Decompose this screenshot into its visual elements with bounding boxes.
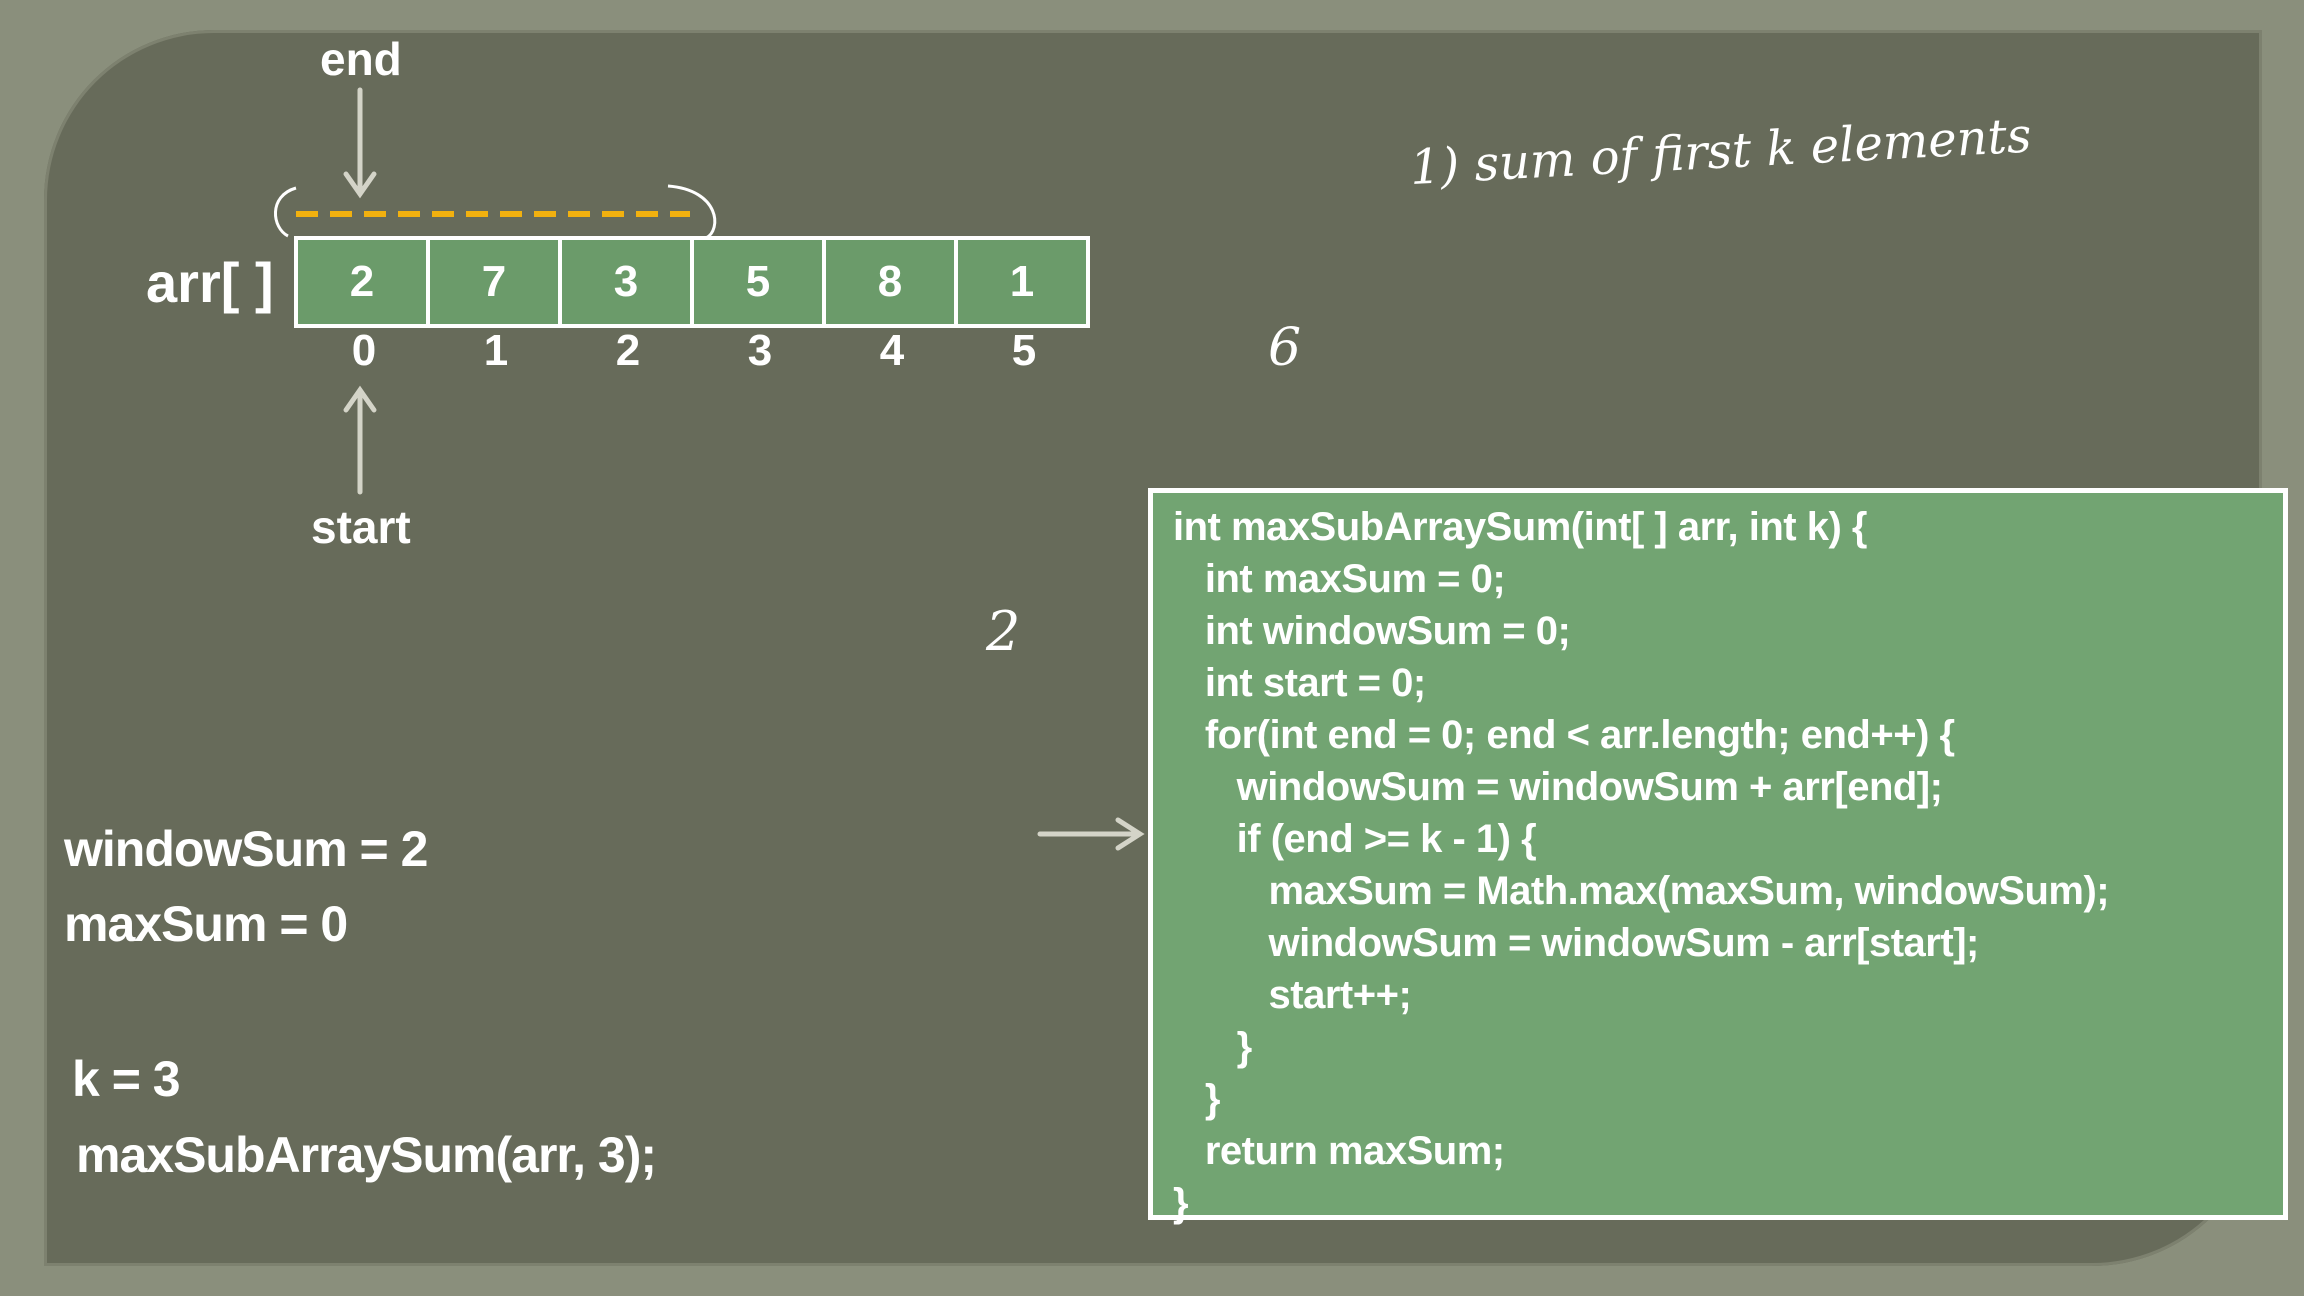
k-value: k = 3 (72, 1051, 181, 1107)
array-cell: 3 (562, 240, 694, 324)
array-index: 3 (747, 326, 773, 375)
end-arrow (343, 87, 377, 199)
code-line: start++; (1173, 973, 1412, 1017)
code-line: return maxSum; (1173, 1129, 1505, 1173)
code-line: for(int end = 0; end < arr.length; end++… (1173, 713, 1955, 757)
code-line: int maxSum = 0; (1173, 557, 1506, 601)
code-line: int maxSubArraySum(int[ ] arr, int k) { (1173, 505, 1867, 549)
array-index: 5 (1011, 326, 1037, 375)
end-pointer-label: end (320, 33, 402, 85)
code-line: int windowSum = 0; (1173, 609, 1571, 653)
function-call: maxSubArraySum(arr, 3); (76, 1127, 657, 1183)
array-cell: 2 (298, 240, 430, 324)
code-line: int start = 0; (1173, 661, 1426, 705)
array-cells: 2 7 3 5 8 1 (294, 236, 1090, 328)
max-sum-value: maxSum = 0 (64, 896, 348, 952)
code-line: } (1173, 1025, 1253, 1069)
code-line: maxSum = Math.max(maxSum, windowSum); (1173, 869, 2110, 913)
array-label: arr[ ] (146, 251, 274, 314)
array-cell: 5 (694, 240, 826, 324)
array-cell: 8 (826, 240, 958, 324)
current-line-arrow (1037, 817, 1145, 851)
handwritten-two: 2 (986, 600, 1021, 663)
array-index: 2 (615, 326, 641, 375)
start-pointer-label: start (311, 501, 411, 553)
code-panel: int maxSubArraySum(int[ ] arr, int k) { … (1148, 488, 2288, 1225)
code-line: } (1173, 1181, 1189, 1225)
code-line: } (1173, 1077, 1221, 1121)
code-line: windowSum = windowSum - arr[start]; (1173, 921, 1980, 965)
handwritten-six: 6 (1268, 318, 1302, 378)
array-index: 0 (351, 326, 377, 375)
array-cell: 7 (430, 240, 562, 324)
array-index: 4 (879, 326, 905, 375)
code-line-current: if (end >= k - 1) { (1173, 817, 1537, 861)
array-index: 1 (483, 326, 509, 375)
array-cell: 1 (1009, 257, 1035, 306)
array-indices: 0 1 2 3 4 5 (298, 326, 1090, 376)
code-line: windowSum = windowSum + arr[end]; (1173, 765, 1943, 809)
window-sum-value: windowSum = 2 (64, 821, 428, 877)
start-arrow (343, 385, 377, 495)
